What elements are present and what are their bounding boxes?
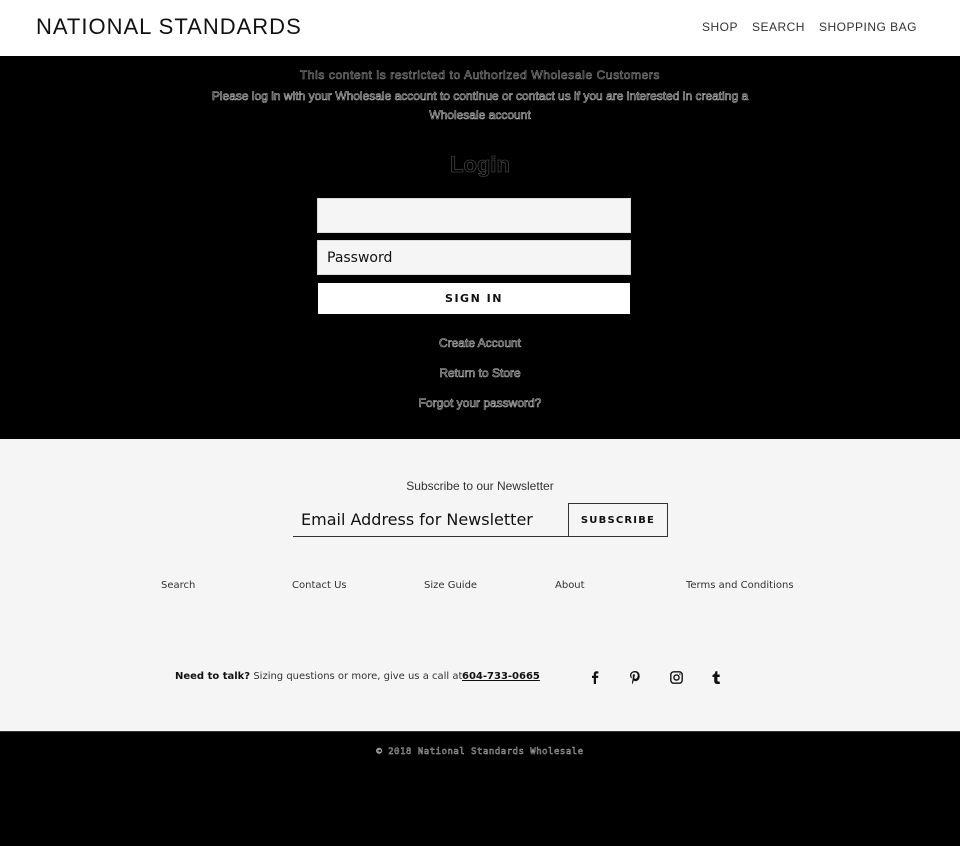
password-field[interactable] (317, 240, 631, 275)
instagram-icon[interactable] (667, 668, 685, 686)
nav-search[interactable]: SEARCH (752, 20, 805, 34)
create-account-link[interactable]: Create Account (0, 336, 960, 351)
site-header: NATIONAL STANDARDS SHOP SEARCH SHOPPING … (0, 0, 960, 56)
contact-lead: Need to talk? (175, 671, 251, 682)
restricted-notice-title: This content is restricted to Authorized… (299, 68, 661, 83)
copyright: © 2018 National Standards Wholesale (376, 747, 584, 758)
return-to-store-link[interactable]: Return to Store (0, 366, 960, 381)
nav-shop[interactable]: SHOP (702, 20, 738, 34)
footer-link-contact-us[interactable]: Contact Us (292, 580, 347, 591)
footer-link-search[interactable]: Search (161, 580, 195, 591)
forgot-password-link[interactable]: Forgot your password? (0, 396, 960, 411)
footer-link-terms[interactable]: Terms and Conditions (686, 580, 794, 591)
newsletter-email-input[interactable] (293, 503, 569, 537)
contact-text: Sizing questions or more, give us a call… (253, 671, 463, 682)
facebook-icon[interactable] (586, 668, 604, 686)
sign-in-button[interactable]: SIGN IN (318, 283, 630, 314)
pinterest-icon[interactable] (626, 668, 644, 686)
site-logo[interactable]: NATIONAL STANDARDS (36, 14, 302, 40)
site-footer: Subscribe to our Newsletter SUBSCRIBE Se… (0, 439, 960, 731)
subscribe-button[interactable]: SUBSCRIBE (568, 503, 668, 537)
restricted-notice-body: Please log in with your Wholesale accoun… (211, 89, 749, 123)
footer-link-size-guide[interactable]: Size Guide (424, 580, 477, 591)
nav-shopping-bag[interactable]: SHOPPING BAG (819, 20, 917, 34)
main-nav: SHOP SEARCH SHOPPING BAG (702, 20, 917, 34)
contact-line: Need to talk? Sizing questions or more, … (175, 671, 462, 682)
phone-number[interactable]: 604-733-0665 (462, 671, 540, 682)
bottom-bar: © 2018 National Standards Wholesale (0, 731, 960, 846)
footer-link-about[interactable]: About (555, 580, 585, 591)
tumblr-icon[interactable] (707, 668, 725, 686)
login-section: This content is restricted to Authorized… (0, 56, 960, 439)
login-title: Login (450, 152, 510, 178)
newsletter-title: Subscribe to our Newsletter (406, 479, 554, 493)
email-field[interactable] (317, 198, 631, 233)
